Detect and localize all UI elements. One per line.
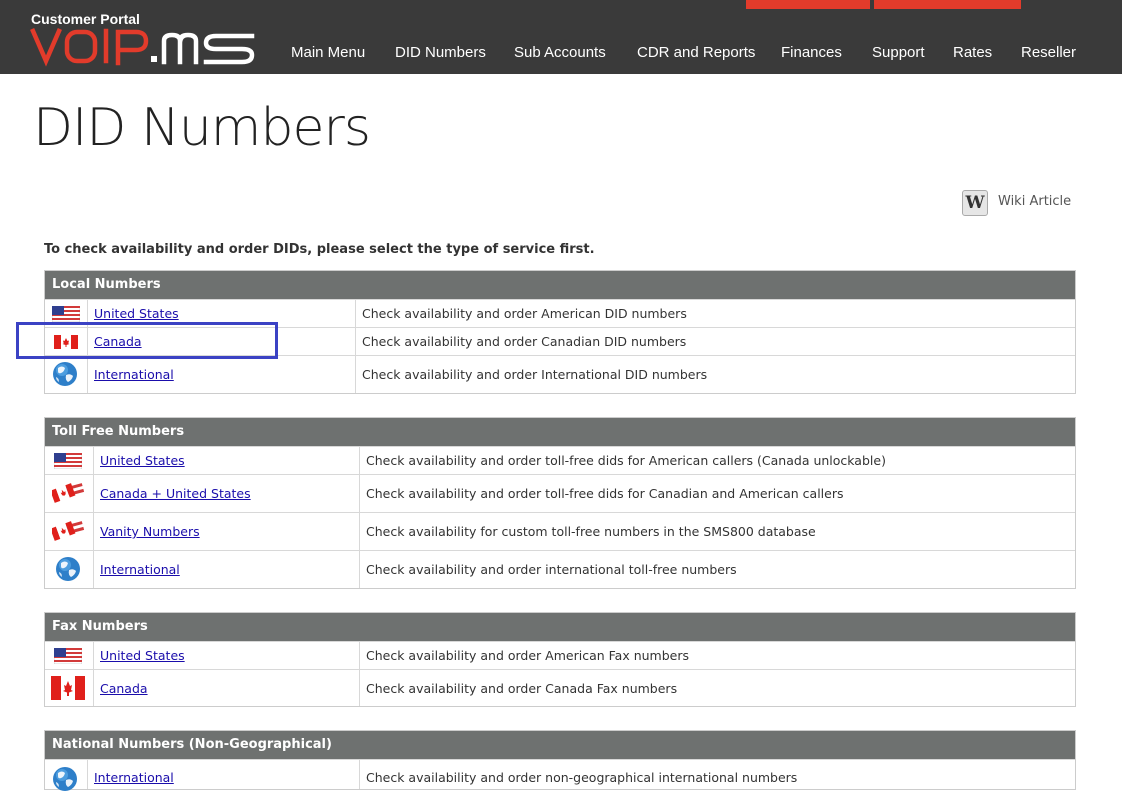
nav-reseller[interactable]: Reseller: [1021, 44, 1076, 61]
desc-cell: Check availability and order non-geograp…: [359, 760, 1075, 789]
desc-cell: Check availability for custom toll-free …: [359, 513, 1075, 550]
header-tab-left[interactable]: [746, 0, 870, 9]
section-fax-numbers: Fax Numbers United States Check availabi…: [44, 612, 1076, 707]
flag-cell: [45, 447, 94, 474]
link-local-united-states[interactable]: United States: [94, 306, 179, 321]
nav-main-menu[interactable]: Main Menu: [291, 44, 365, 61]
header-tab-right[interactable]: [874, 0, 1021, 9]
nav-finances[interactable]: Finances: [781, 44, 842, 61]
section-header: Toll Free Numbers: [45, 418, 1075, 446]
row-description: Check availability and order toll-free d…: [366, 453, 886, 468]
row-description: Check availability for custom toll-free …: [366, 524, 816, 539]
canada-flag-icon: [51, 676, 85, 700]
link-tollfree-canada-united-states[interactable]: Canada + United States: [100, 486, 251, 501]
page-title: DID Numbers: [33, 98, 371, 158]
flag-cell: [45, 551, 94, 588]
nav-support[interactable]: Support: [872, 44, 925, 61]
intro-instructions: To check availability and order DIDs, pl…: [44, 242, 595, 257]
section-national-numbers: National Numbers (Non-Geographical) Inte…: [44, 730, 1076, 791]
table-row: International Check availability and ord…: [45, 355, 1075, 393]
section-header: Fax Numbers: [45, 613, 1075, 641]
row-description: Check availability and order Canadian DI…: [362, 334, 687, 349]
us-flag-icon: [54, 648, 82, 664]
link-national-international[interactable]: International: [94, 770, 174, 785]
row-description: Check availability and order toll-free d…: [366, 486, 844, 501]
globe-icon: [56, 557, 80, 581]
canada-us-flags-icon: [52, 521, 86, 541]
flag-cell: [45, 475, 94, 512]
flag-cell: [45, 642, 94, 669]
name-cell: Vanity Numbers: [93, 513, 360, 550]
desc-cell: Check availability and order American DI…: [355, 300, 1075, 327]
section-header: National Numbers (Non-Geographical): [45, 731, 1075, 759]
row-description: Check availability and order Canada Fax …: [366, 681, 678, 696]
row-description: Check availability and order American DI…: [362, 306, 687, 321]
link-tollfree-vanity-numbers[interactable]: Vanity Numbers: [100, 524, 200, 539]
selection-highlight-box: [16, 322, 278, 359]
name-cell: International: [87, 356, 356, 393]
row-description: Check availability and order internation…: [366, 562, 737, 577]
section-header: Local Numbers: [45, 271, 1075, 299]
desc-cell: Check availability and order toll-free d…: [359, 475, 1075, 512]
link-fax-united-states[interactable]: United States: [100, 648, 185, 663]
wiki-article-label[interactable]: Wiki Article: [998, 194, 1071, 209]
desc-cell: Check availability and order Canadian DI…: [355, 328, 1075, 355]
table-row: International Check availability and ord…: [45, 759, 1075, 791]
nav-did-numbers[interactable]: DID Numbers: [395, 44, 486, 61]
canada-us-flags-icon: [52, 483, 86, 503]
link-tollfree-international[interactable]: International: [100, 562, 180, 577]
nav-rates[interactable]: Rates: [953, 44, 992, 61]
name-cell: International: [93, 551, 360, 588]
table-row: Canada Check availability and order Cana…: [45, 669, 1075, 706]
table-row: International Check availability and ord…: [45, 550, 1075, 588]
name-cell: International: [87, 760, 360, 789]
desc-cell: Check availability and order internation…: [359, 551, 1075, 588]
name-cell: Canada + United States: [93, 475, 360, 512]
customer-portal-label: Customer Portal: [31, 11, 140, 27]
us-flag-icon: [54, 453, 82, 469]
top-header: Customer Portal Main Menu DID Numbers Su…: [0, 0, 1122, 74]
flag-cell: [45, 670, 94, 706]
voipms-logo[interactable]: [30, 27, 258, 67]
name-cell: United States: [93, 447, 360, 474]
flag-cell: [45, 760, 88, 791]
flag-cell: [45, 513, 94, 550]
globe-icon: [53, 362, 77, 386]
globe-icon: [53, 767, 77, 791]
desc-cell: Check availability and order Canada Fax …: [359, 670, 1075, 706]
desc-cell: Check availability and order Internation…: [355, 356, 1075, 393]
link-tollfree-united-states[interactable]: United States: [100, 453, 185, 468]
wikipedia-icon[interactable]: W: [962, 190, 988, 216]
desc-cell: Check availability and order American Fa…: [359, 642, 1075, 669]
us-flag-icon: [52, 306, 80, 322]
link-local-international[interactable]: International: [94, 367, 174, 382]
row-description: Check availability and order non-geograp…: [366, 770, 798, 785]
desc-cell: Check availability and order toll-free d…: [359, 447, 1075, 474]
section-toll-free-numbers: Toll Free Numbers United States Check av…: [44, 417, 1076, 589]
row-description: Check availability and order American Fa…: [366, 648, 689, 663]
table-row: Canada + United States Check availabilit…: [45, 474, 1075, 512]
link-fax-canada[interactable]: Canada: [100, 681, 148, 696]
table-row: United States Check availability and ord…: [45, 446, 1075, 474]
nav-sub-accounts[interactable]: Sub Accounts: [514, 44, 606, 61]
table-row: Vanity Numbers Check availability for cu…: [45, 512, 1075, 550]
flag-cell: [45, 356, 88, 393]
nav-cdr-and-reports[interactable]: CDR and Reports: [637, 44, 755, 61]
table-row: United States Check availability and ord…: [45, 641, 1075, 669]
row-description: Check availability and order Internation…: [362, 367, 708, 382]
name-cell: Canada: [93, 670, 360, 706]
name-cell: United States: [93, 642, 360, 669]
